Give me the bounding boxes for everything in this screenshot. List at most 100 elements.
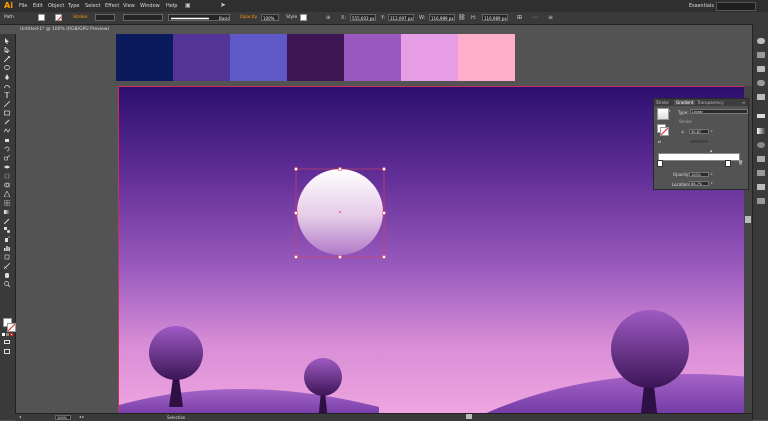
vertical-scroll-thumb[interactable] — [745, 216, 751, 223]
document-tab[interactable]: Untitled-1* @ 100% (RGB/GPU Preview) — [18, 25, 112, 34]
menu-effect[interactable]: Effect — [105, 3, 119, 9]
bridge-icon[interactable]: ▣ — [185, 2, 191, 9]
menu-help[interactable]: Help — [166, 3, 177, 9]
brush-definition[interactable]: Basic — [168, 14, 230, 21]
opacity-field[interactable]: 100% — [261, 14, 279, 21]
y-field[interactable]: 312,097 px — [388, 14, 414, 21]
paintbrush-tool-icon[interactable] — [4, 119, 10, 125]
menu-view[interactable]: View — [123, 3, 135, 9]
lasso-tool-icon[interactable] — [4, 65, 10, 71]
help-search-input[interactable] — [716, 2, 756, 11]
height-field[interactable]: 116,989 px — [482, 14, 508, 21]
zoom-tool-icon[interactable] — [4, 281, 10, 287]
artboard-nav-icon[interactable]: ◂ ▸ — [79, 414, 84, 419]
gradient-panel-icon[interactable] — [757, 128, 765, 134]
swatches-icon[interactable] — [757, 66, 765, 72]
gradient-type-select[interactable]: Linear — [690, 109, 748, 114]
zoom-out-icon[interactable]: ◂ — [19, 414, 21, 419]
color-swatch-2[interactable] — [173, 34, 230, 81]
opacity-field[interactable]: 100% — [689, 172, 709, 177]
pen-tool-icon[interactable] — [4, 74, 10, 80]
brushes-icon[interactable] — [757, 80, 765, 86]
menu-window[interactable]: Window — [140, 3, 160, 9]
artboards-icon[interactable] — [757, 198, 765, 204]
slice-tool-icon[interactable] — [4, 263, 10, 269]
width-tool-icon[interactable] — [4, 164, 10, 170]
gradient-mode-icon[interactable] — [6, 333, 9, 336]
none-mode-icon[interactable] — [10, 333, 13, 336]
align-icon[interactable]: ⊕ — [326, 15, 330, 21]
fill-swatch[interactable] — [38, 14, 45, 21]
x-field[interactable]: 555,603 px — [350, 14, 376, 21]
workspace-switcher[interactable]: Essentials — [689, 3, 714, 9]
stroke-indicator[interactable] — [660, 127, 669, 136]
line-tool-icon[interactable] — [4, 101, 10, 107]
gradient-preview-dropdown-icon[interactable]: ▾ — [669, 109, 671, 113]
menu-edit[interactable]: Edit — [33, 3, 43, 9]
send-icon[interactable]: ➤ — [220, 1, 226, 9]
color-mode-icon[interactable] — [2, 333, 5, 336]
color-swatch-4[interactable] — [287, 34, 344, 81]
options-icon[interactable]: ⋯ — [532, 14, 538, 21]
color-panel-icon[interactable] — [757, 52, 765, 58]
stroke-panel-icon[interactable] — [757, 114, 765, 118]
stroke-color-box[interactable] — [7, 323, 16, 332]
transparency-icon[interactable] — [757, 142, 765, 148]
gradient-tool-icon[interactable] — [4, 209, 10, 215]
color-swatch-7[interactable] — [458, 34, 515, 81]
gradient-stop-right[interactable] — [725, 160, 731, 167]
direct-selection-tool-icon[interactable] — [4, 47, 10, 53]
aspect-ratio-field[interactable] — [689, 139, 709, 144]
rotate-tool-icon[interactable] — [4, 146, 10, 152]
stroke-weight-field[interactable] — [95, 14, 115, 21]
status-mode-label[interactable]: Selection — [167, 415, 185, 420]
hand-tool-icon[interactable] — [4, 272, 10, 278]
menu-file[interactable]: File — [19, 3, 27, 9]
angle-field[interactable]: 90,87 — [689, 129, 709, 134]
blend-tool-icon[interactable] — [4, 227, 10, 233]
layers-icon[interactable] — [757, 184, 765, 190]
column-graph-tool-icon[interactable] — [4, 245, 10, 251]
location-dropdown-icon[interactable]: ▾ — [711, 181, 713, 185]
screen-mode-icon[interactable] — [4, 349, 10, 354]
location-field[interactable]: 86,7% — [689, 181, 709, 186]
free-transform-tool-icon[interactable] — [4, 173, 10, 179]
opacity-dropdown-icon[interactable]: ▾ — [711, 172, 713, 176]
delete-stop-icon[interactable]: 🗑 — [738, 160, 743, 165]
reverse-gradient-icon[interactable]: ⇄ — [658, 139, 661, 144]
menu-select[interactable]: Select — [85, 3, 100, 9]
symbols-icon[interactable] — [757, 94, 765, 100]
rectangle-tool-icon[interactable] — [4, 110, 10, 116]
perspective-grid-tool-icon[interactable] — [4, 191, 10, 197]
angle-dropdown-icon[interactable]: ▾ — [711, 129, 713, 133]
appearance-icon[interactable] — [757, 156, 765, 162]
width-field[interactable]: 116,989 px — [429, 14, 455, 21]
variable-width-profile[interactable] — [123, 14, 163, 21]
constrain-link-icon[interactable]: ⛓ — [458, 14, 466, 21]
panel-menu-icon[interactable]: ≡ — [548, 14, 553, 21]
menu-type[interactable]: Type — [68, 3, 79, 9]
mesh-tool-icon[interactable] — [4, 200, 10, 206]
eraser-tool-icon[interactable] — [4, 137, 10, 143]
color-swatch-5[interactable] — [344, 34, 401, 81]
tab-stroke[interactable]: Stroke — [656, 100, 669, 105]
transform-icon[interactable]: ⊞ — [517, 14, 522, 21]
symbol-sprayer-tool-icon[interactable] — [4, 236, 10, 242]
color-swatch-1[interactable] — [116, 34, 173, 81]
shaper-tool-icon[interactable] — [4, 128, 10, 134]
graphic-styles-icon[interactable] — [757, 170, 765, 176]
tab-transparency[interactable]: Transparency — [697, 100, 724, 105]
color-guide-icon[interactable] — [757, 38, 765, 44]
zoom-level-field[interactable]: 100% — [55, 415, 71, 420]
draw-mode-icon[interactable] — [4, 340, 10, 344]
shape-builder-tool-icon[interactable] — [4, 182, 10, 188]
gradient-preview[interactable] — [657, 108, 669, 120]
stroke-label[interactable]: Stroke — [73, 15, 87, 20]
graphic-style-swatch[interactable] — [300, 14, 307, 21]
artboard-tool-icon[interactable] — [4, 254, 10, 260]
color-swatch-3[interactable] — [230, 34, 287, 81]
menu-object[interactable]: Object — [48, 3, 64, 9]
curvature-tool-icon[interactable] — [4, 83, 10, 89]
panel-menu-icon[interactable]: ≡ — [742, 100, 745, 105]
tab-gradient[interactable]: Gradient — [674, 100, 696, 105]
